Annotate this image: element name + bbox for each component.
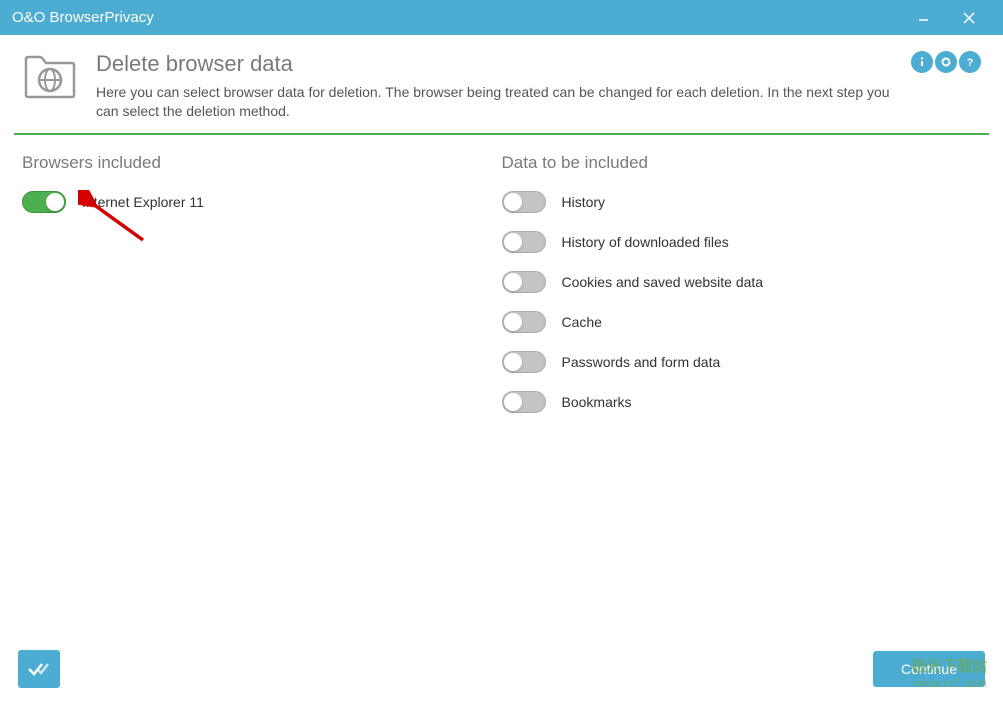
main-content: Browsers included Internet Explorer 11 D… <box>0 135 1003 449</box>
data-section-title: Data to be included <box>502 153 982 173</box>
footer: Continue <box>18 650 985 688</box>
header-content: Delete browser data Here you can select … <box>96 51 893 121</box>
page-description: Here you can select browser data for del… <box>96 83 893 121</box>
toggle-cookies[interactable] <box>502 271 546 293</box>
label-cache: Cache <box>562 314 602 330</box>
label-bookmarks: Bookmarks <box>562 394 632 410</box>
data-row-cache: Cache <box>502 311 982 333</box>
toggle-cache[interactable] <box>502 311 546 333</box>
label-downloads: History of downloaded files <box>562 234 729 250</box>
data-row-downloads: History of downloaded files <box>502 231 982 253</box>
label-history: History <box>562 194 606 210</box>
browsers-column: Browsers included Internet Explorer 11 <box>22 153 502 431</box>
toggle-passwords[interactable] <box>502 351 546 373</box>
browser-toggle-ie11[interactable] <box>22 191 66 213</box>
toggle-downloads[interactable] <box>502 231 546 253</box>
svg-text:?: ? <box>967 57 974 68</box>
data-row-history: History <box>502 191 982 213</box>
titlebar: O&O BrowserPrivacy <box>0 0 1003 35</box>
browser-folder-icon <box>22 51 78 121</box>
label-cookies: Cookies and saved website data <box>562 274 764 290</box>
browser-label: Internet Explorer 11 <box>82 194 204 210</box>
select-all-button[interactable] <box>18 650 60 688</box>
browsers-section-title: Browsers included <box>22 153 502 173</box>
close-button[interactable] <box>946 0 991 35</box>
label-passwords: Passwords and form data <box>562 354 721 370</box>
toggle-history[interactable] <box>502 191 546 213</box>
browser-row: Internet Explorer 11 <box>22 191 502 213</box>
help-button[interactable]: ? <box>959 51 981 73</box>
toggle-bookmarks[interactable] <box>502 391 546 413</box>
data-row-cookies: Cookies and saved website data <box>502 271 982 293</box>
titlebar-controls <box>901 0 991 35</box>
page-title: Delete browser data <box>96 51 893 77</box>
refresh-button[interactable] <box>935 51 957 73</box>
titlebar-title: O&O BrowserPrivacy <box>12 9 901 26</box>
continue-button[interactable]: Continue <box>873 651 985 687</box>
data-row-passwords: Passwords and form data <box>502 351 982 373</box>
data-row-bookmarks: Bookmarks <box>502 391 982 413</box>
minimize-button[interactable] <box>901 0 946 35</box>
data-types-column: Data to be included History History of d… <box>502 153 982 431</box>
info-button[interactable] <box>911 51 933 73</box>
page-header: Delete browser data Here you can select … <box>0 35 1003 133</box>
header-actions: ? <box>911 51 981 121</box>
